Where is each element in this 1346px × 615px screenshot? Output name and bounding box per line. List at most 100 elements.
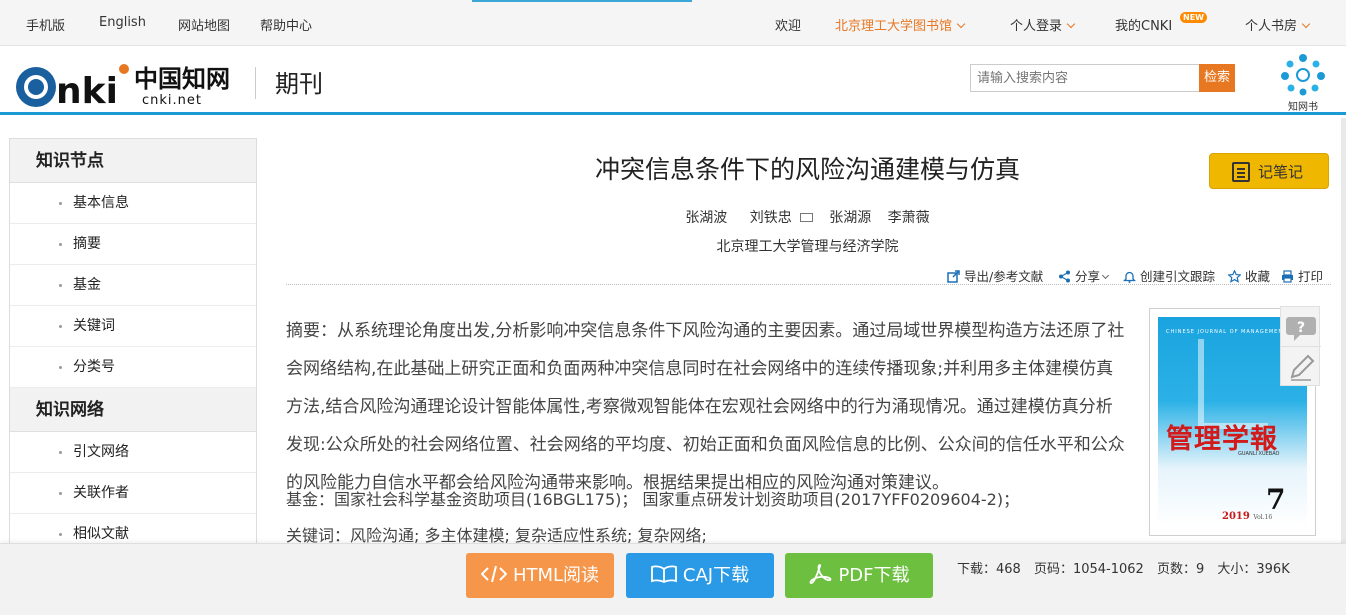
html-read-button[interactable]: HTML阅读 xyxy=(466,553,614,598)
fund-label: 基金： xyxy=(286,490,335,509)
file-size: 大小：396K xyxy=(1217,562,1290,577)
divider xyxy=(286,284,1331,285)
cover-pinyin: GUANLI XUEBAO xyxy=(1238,451,1280,457)
sidebar-item-keywords[interactable]: 关键词 xyxy=(10,306,256,347)
export-icon xyxy=(947,270,960,283)
sidebar-item-related-authors[interactable]: 关联作者 xyxy=(10,473,256,514)
html-read-label: HTML阅读 xyxy=(512,565,600,586)
search-button[interactable]: 检索 xyxy=(1199,64,1235,92)
share-icon xyxy=(1059,270,1070,283)
cover-volume: Vol.16 xyxy=(1253,514,1273,521)
logo-divider xyxy=(255,67,256,99)
cnki-logo-url: cnki.net xyxy=(142,93,202,107)
download-bar: HTML阅读 CAJ下载 PDF下载 下载：468 页码：1054-1062 页… xyxy=(0,543,1346,615)
create-citation-tracking-button[interactable]: 创建引文跟踪 xyxy=(1123,266,1215,285)
chevron-down-icon xyxy=(1301,19,1311,29)
abstract-text: 从系统理论角度出发,分析影响冲突信息条件下风险沟通的主要因素。通过局域世界模型构… xyxy=(286,321,1125,493)
print-button[interactable]: 打印 xyxy=(1281,266,1323,285)
star-icon xyxy=(1228,270,1241,283)
cover-year: 2019 Vol.16 xyxy=(1222,511,1272,522)
feedback-button[interactable]: ? xyxy=(1281,307,1321,347)
open-book-icon xyxy=(650,565,677,583)
code-icon xyxy=(480,565,507,583)
help-center-link[interactable]: 帮助中心 xyxy=(260,15,312,34)
share-button[interactable]: 分享 xyxy=(1058,266,1110,285)
caj-download-button[interactable]: CAJ下载 xyxy=(626,553,774,598)
bell-icon xyxy=(1123,271,1136,283)
section-title: 期刊 xyxy=(275,70,323,98)
chevron-down-icon xyxy=(1101,271,1110,280)
author-link[interactable]: 李萧薇 xyxy=(888,210,930,226)
sidebar-item-citation-network[interactable]: 引文网络 xyxy=(10,432,256,473)
institution-dropdown[interactable]: 北京理工大学图书馆 xyxy=(835,15,966,34)
author-link-corresponding[interactable]: 刘铁忠 xyxy=(744,210,813,226)
edit-button[interactable] xyxy=(1281,347,1321,387)
author-link[interactable]: 张湖波 xyxy=(685,210,727,226)
print-label: 打印 xyxy=(1298,269,1324,284)
cnki-logo-chinese: 中国知网 xyxy=(134,64,230,93)
sidebar-item-fund[interactable]: 基金 xyxy=(10,265,256,306)
take-note-label: 记笔记 xyxy=(1258,163,1304,181)
question-bubble-icon: ? xyxy=(1286,317,1316,341)
chevron-down-icon xyxy=(956,19,966,29)
svg-text:nki: nki xyxy=(56,71,118,107)
pencil-icon xyxy=(1290,354,1315,381)
article-stats: 下载：468 页码：1054-1062 页数：9 大小：396K xyxy=(957,558,1299,577)
abstract: 摘要：从系统理论角度出发,分析影响冲突信息条件下风险沟通的主要因素。通过局域世界… xyxy=(286,312,1126,502)
pdf-download-button[interactable]: PDF下载 xyxy=(785,553,933,598)
knowledge-sidebar: 知识节点 基本信息 摘要 基金 关键词 分类号 知识网络 引文网络 关联作者 相… xyxy=(9,138,257,548)
cover-graphic xyxy=(1198,339,1268,429)
author-name: 刘铁忠 xyxy=(749,210,792,226)
login-label: 个人登录 xyxy=(1010,19,1063,34)
take-note-button[interactable]: 记笔记 xyxy=(1209,153,1329,189)
export-references-button[interactable]: 导出/参考文献 xyxy=(947,266,1043,285)
zhiwang-caption: 知网书 xyxy=(1288,102,1318,113)
sidebar-item-classification[interactable]: 分类号 xyxy=(10,347,256,388)
pdf-icon xyxy=(810,564,832,584)
citation-tracking-label: 创建引文跟踪 xyxy=(1140,269,1216,284)
cover-year-value: 2019 xyxy=(1222,511,1250,522)
printer-icon xyxy=(1282,270,1293,283)
fund-info: 基金：国家社会科学基金资助项目(16BGL175)； 国家重点研发计划资助项目(… xyxy=(286,486,1126,510)
affiliation-link[interactable]: 北京理工大学管理与经济学院 xyxy=(430,236,1185,256)
welcome-text: 欢迎 xyxy=(775,19,802,34)
new-badge: NEW xyxy=(1180,12,1207,23)
sitemap-link[interactable]: 网站地图 xyxy=(178,15,230,34)
mail-icon xyxy=(799,213,813,222)
sidebar-item-basic-info[interactable]: 基本信息 xyxy=(10,183,256,224)
author-list: 张湖波 刘铁忠 张湖源 李萧薇 xyxy=(430,207,1185,227)
top-navigation-bar: 手机版 English 网站地图 帮助中心 欢迎 北京理工大学图书馆 个人登录 … xyxy=(0,0,1346,46)
cover-english-title: CHINESE JOURNAL OF MANAGEMENT xyxy=(1166,329,1288,335)
sidebar-group-title: 知识节点 xyxy=(10,139,256,183)
author-link[interactable]: 张湖源 xyxy=(829,210,871,226)
mobile-version-link[interactable]: 手机版 xyxy=(26,15,65,34)
notebook-icon xyxy=(1232,162,1250,182)
personal-bookroom-dropdown[interactable]: 个人书房 xyxy=(1245,15,1311,34)
sidebar-group-title: 知识网络 xyxy=(10,388,256,432)
download-count: 下载：468 xyxy=(957,562,1021,577)
zhiwang-book-logo[interactable]: 知网书 xyxy=(1276,50,1330,113)
caj-download-label: CAJ下载 xyxy=(682,565,750,586)
bookroom-label: 个人书房 xyxy=(1245,19,1298,34)
fund-text[interactable]: 国家社会科学基金资助项目(16BGL175)； 国家重点研发计划资助项目(201… xyxy=(334,490,1019,509)
chevron-down-icon xyxy=(1066,19,1076,29)
personal-login-dropdown[interactable]: 个人登录 xyxy=(1010,15,1076,34)
search-input[interactable] xyxy=(970,64,1200,92)
export-label: 导出/参考文献 xyxy=(964,269,1044,284)
favorite-label: 收藏 xyxy=(1245,269,1271,284)
page-range: 页码：1054-1062 xyxy=(1033,562,1144,577)
floating-tools: ? xyxy=(1280,306,1321,387)
favorite-button[interactable]: 收藏 xyxy=(1228,266,1270,285)
pdf-download-label: PDF下载 xyxy=(838,565,910,586)
my-cnki-link[interactable]: 我的CNKI xyxy=(1115,15,1172,34)
accent-line xyxy=(472,0,692,2)
paper-title: 冲突信息条件下的风险沟通建模与仿真 xyxy=(594,155,1020,184)
page-count: 页数：9 xyxy=(1156,562,1205,577)
site-header: nki 中国知网 cnki.net 期刊 检索 知网书 xyxy=(0,47,1346,115)
sidebar-item-abstract[interactable]: 摘要 xyxy=(10,224,256,265)
svg-text:?: ? xyxy=(1297,320,1305,336)
share-label: 分享 xyxy=(1075,269,1101,284)
english-link[interactable]: English xyxy=(99,15,146,30)
scrollbar-track[interactable] xyxy=(1341,118,1346,615)
cnki-logo[interactable]: nki 中国知网 cnki.net xyxy=(12,57,234,112)
